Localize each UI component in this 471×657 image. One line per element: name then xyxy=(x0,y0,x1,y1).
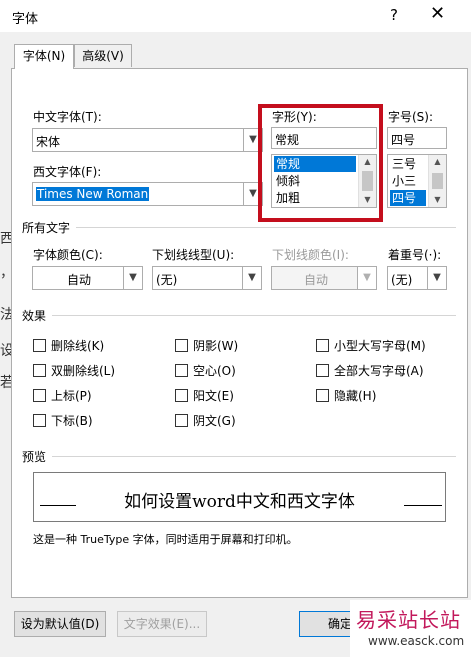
divider xyxy=(76,227,456,228)
preview-rule-right xyxy=(404,505,442,506)
engrave-checkbox[interactable]: 阴文(G) xyxy=(175,412,236,429)
small-caps-checkbox[interactable]: 小型大写字母(M) xyxy=(316,337,426,354)
font-dialog: 字体 ? ✕ 西 ， 法 设 若 高级(V) 字体(N) 中文字体(T): 宋体… xyxy=(0,0,471,657)
outline-checkbox[interactable]: 空心(O) xyxy=(175,362,236,379)
emphasis-value: (无) xyxy=(391,273,413,287)
scrollbar[interactable]: ▲ ▼ xyxy=(428,155,446,207)
preview-section-title: 预览 xyxy=(22,450,47,464)
checkbox-label: 上标(P) xyxy=(51,389,92,403)
subscript-checkbox[interactable]: 下标(B) xyxy=(33,412,93,429)
watermark-url: www.easck.com xyxy=(368,634,465,648)
help-icon[interactable]: ? xyxy=(390,6,398,24)
divider xyxy=(52,315,456,316)
divider xyxy=(52,456,456,457)
size-list[interactable]: 三号 小三 四号 ▲ ▼ xyxy=(387,154,447,208)
superscript-checkbox[interactable]: 上标(P) xyxy=(33,387,92,404)
checkbox-box[interactable] xyxy=(33,389,46,402)
list-item[interactable]: 四号 xyxy=(389,189,427,207)
emphasis-label: 着重号(·): xyxy=(388,248,442,262)
chevron-down-icon[interactable]: ▼ xyxy=(357,267,376,289)
shadow-checkbox[interactable]: 阴影(W) xyxy=(175,337,238,354)
latin-font-label: 西文字体(F): xyxy=(33,165,102,179)
preview-box: 如何设置word中文和西文字体 xyxy=(33,472,446,522)
checkbox-label: 小型大写字母(M) xyxy=(334,339,426,353)
scroll-thumb[interactable] xyxy=(432,173,443,189)
font-color-value: 自动 xyxy=(66,273,91,287)
checkbox-label: 阴影(W) xyxy=(193,339,239,353)
latin-font-value: Times New Roman xyxy=(36,187,150,201)
underline-style-select[interactable]: (无) ▼ xyxy=(152,266,262,290)
all-caps-checkbox[interactable]: 全部大写字母(A) xyxy=(316,362,424,379)
chevron-down-icon[interactable]: ▼ xyxy=(427,267,446,289)
size-input[interactable]: 四号 xyxy=(387,127,447,149)
checkbox-label: 下标(B) xyxy=(51,414,93,428)
checkbox-box[interactable] xyxy=(33,364,46,377)
underline-style-value: (无) xyxy=(156,273,178,287)
checkbox-label: 隐藏(H) xyxy=(334,389,377,403)
font-color-label: 字体颜色(C): xyxy=(33,248,103,262)
checkbox-box[interactable] xyxy=(175,414,188,427)
underline-color-label: 下划线颜色(I): xyxy=(272,248,349,262)
tab-advanced[interactable]: 高级(V) xyxy=(74,44,132,67)
chevron-down-icon[interactable]: ▼ xyxy=(242,267,261,289)
latin-font-select[interactable]: Times New Roman ▼ xyxy=(32,182,263,206)
window-title: 字体 xyxy=(12,12,39,27)
checkbox-box[interactable] xyxy=(175,389,188,402)
list-item[interactable]: 三号 xyxy=(390,156,416,172)
cjk-font-value: 宋体 xyxy=(36,135,61,149)
underline-color-value: 自动 xyxy=(303,273,328,287)
chevron-down-icon[interactable]: ▼ xyxy=(123,267,142,289)
checkbox-label: 双删除线(L) xyxy=(51,364,116,378)
font-color-select[interactable]: 自动 ▼ xyxy=(32,266,143,290)
hidden-checkbox[interactable]: 隐藏(H) xyxy=(316,387,376,404)
highlight-box xyxy=(258,104,383,222)
checkbox-label: 阳文(E) xyxy=(193,389,234,403)
preview-sample: 如何设置word中文和西文字体 xyxy=(124,492,355,512)
cjk-font-label: 中文字体(T): xyxy=(33,110,102,124)
emboss-checkbox[interactable]: 阳文(E) xyxy=(175,387,234,404)
underline-color-select[interactable]: 自动 ▼ xyxy=(271,266,377,290)
all-text-section-title: 所有文字 xyxy=(22,221,71,235)
checkbox-box[interactable] xyxy=(316,339,329,352)
double-strikethrough-checkbox[interactable]: 双删除线(L) xyxy=(33,362,115,379)
text-effects-button[interactable]: 文字效果(E)... xyxy=(117,611,207,637)
checkbox-box[interactable] xyxy=(316,364,329,377)
effects-section-title: 效果 xyxy=(22,309,47,323)
cjk-font-select[interactable]: 宋体 ▼ xyxy=(32,128,263,152)
checkbox-label: 删除线(K) xyxy=(51,339,105,353)
checkbox-box[interactable] xyxy=(33,414,46,427)
scroll-up-icon[interactable]: ▲ xyxy=(429,155,446,169)
checkbox-label: 阴文(G) xyxy=(193,414,236,428)
size-input-value: 四号 xyxy=(391,133,416,147)
checkbox-box[interactable] xyxy=(175,364,188,377)
watermark-text: 易采站长站 xyxy=(356,608,461,632)
tab-font[interactable]: 字体(N) xyxy=(14,44,74,69)
title-bar: 字体 ? ✕ xyxy=(0,0,471,32)
checkbox-box[interactable] xyxy=(33,339,46,352)
strikethrough-checkbox[interactable]: 删除线(K) xyxy=(33,337,104,354)
checkbox-box[interactable] xyxy=(175,339,188,352)
preview-note: 这是一种 TrueType 字体，同时适用于屏幕和打印机。 xyxy=(33,533,298,546)
list-item[interactable]: 小三 xyxy=(390,173,416,189)
scroll-down-icon[interactable]: ▼ xyxy=(429,193,446,207)
checkbox-label: 全部大写字母(A) xyxy=(334,364,424,378)
set-default-button[interactable]: 设为默认值(D) xyxy=(14,611,106,637)
underline-style-label: 下划线线型(U): xyxy=(152,248,235,262)
close-icon[interactable]: ✕ xyxy=(430,3,445,24)
checkbox-box[interactable] xyxy=(316,389,329,402)
watermark: 易采站长站 www.easck.com xyxy=(350,600,471,657)
emphasis-select[interactable]: (无) ▼ xyxy=(387,266,447,290)
size-label: 字号(S): xyxy=(388,110,434,124)
checkbox-label: 空心(O) xyxy=(193,364,236,378)
